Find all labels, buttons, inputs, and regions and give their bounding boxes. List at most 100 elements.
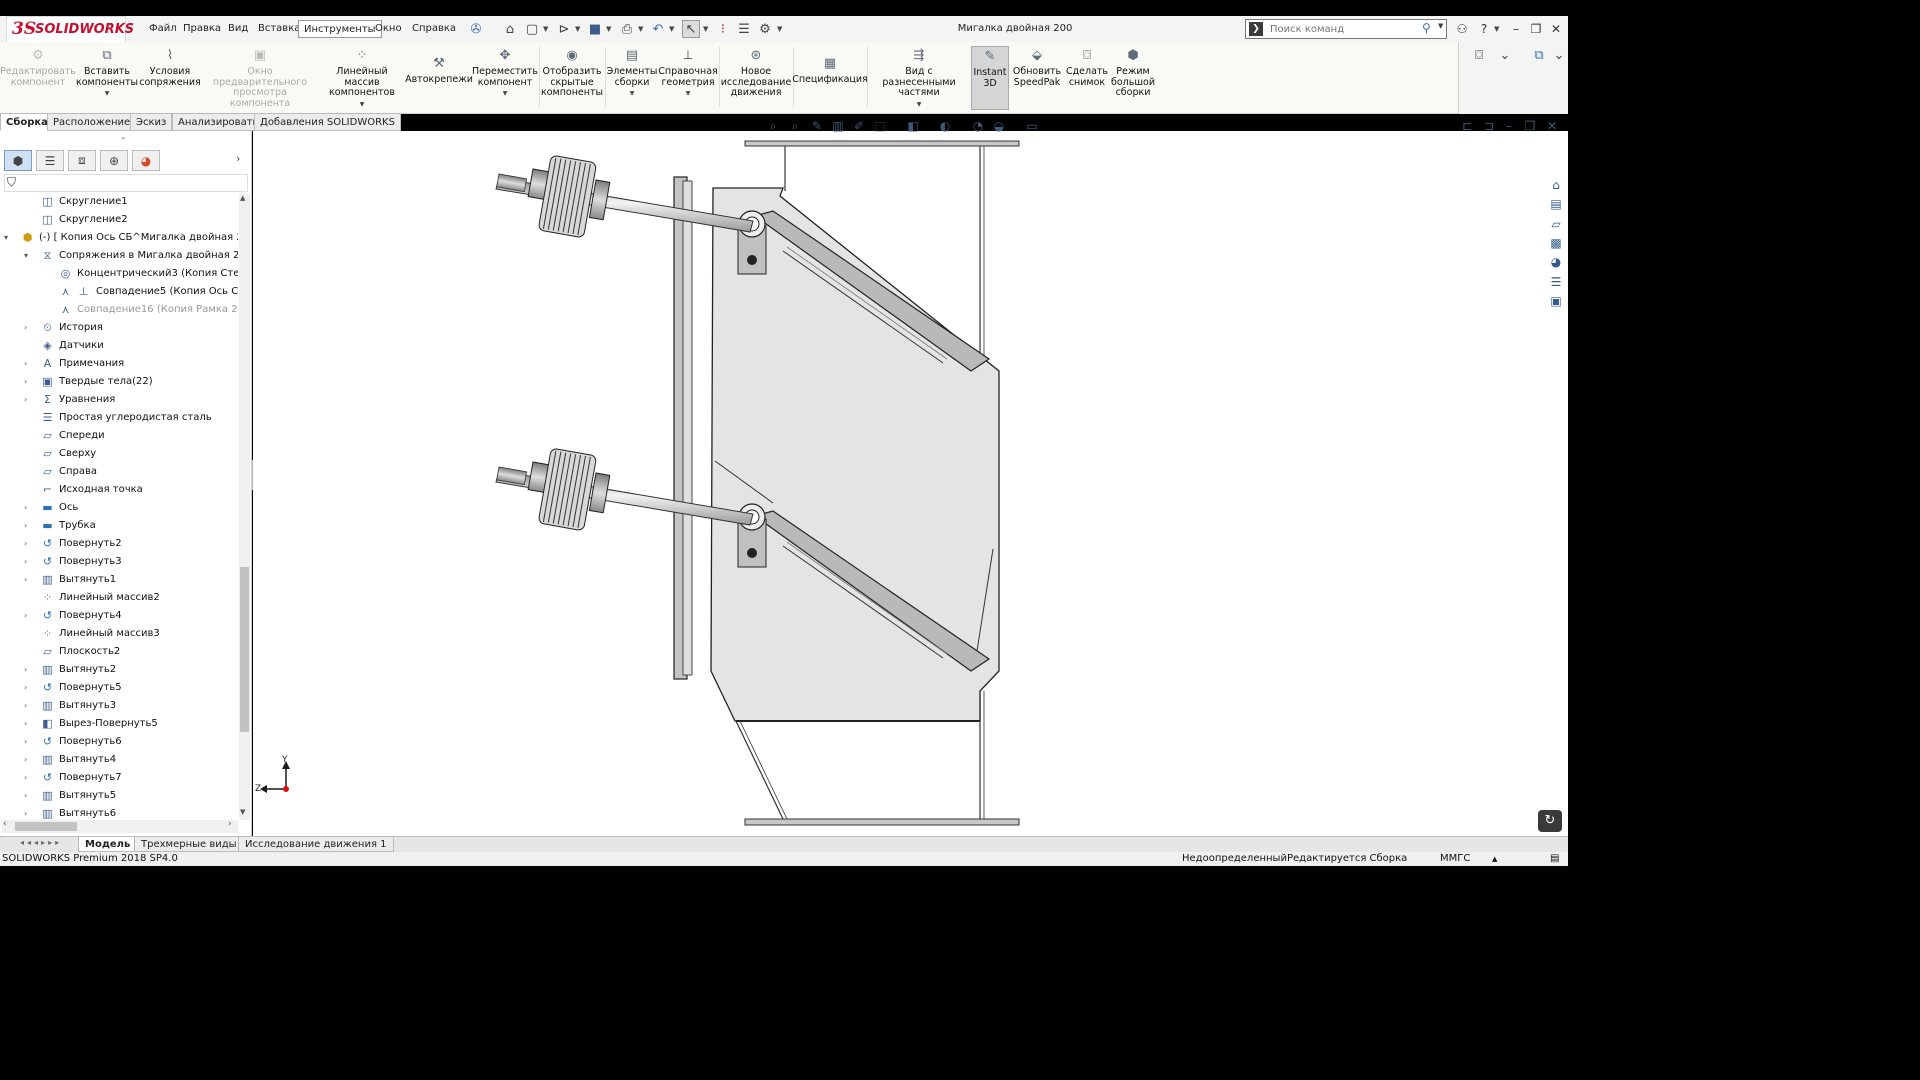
scroll-right-icon[interactable]: › xyxy=(228,819,232,829)
tab-addins[interactable]: Добавления SOLIDWORKS xyxy=(254,113,401,131)
take-snapshot-button[interactable]: ⌼ Сделать снимок xyxy=(1064,48,1110,88)
tree-item[interactable]: › A Примечания xyxy=(0,355,238,373)
search-dropdown-icon[interactable]: ▼ xyxy=(1438,22,1443,30)
linear-pattern-button[interactable]: ⁘ Линейный массив компонентов ▼ xyxy=(320,48,404,110)
expand-right-icon[interactable]: › xyxy=(24,319,34,337)
scroll-left-icon[interactable]: ‹ xyxy=(3,819,7,829)
tab-nav-arrows-icon[interactable]: ◂◂◂▸▸▸ xyxy=(20,838,62,847)
update-speedpak-button[interactable]: ⬙ Обновить SpeedPak xyxy=(1012,48,1062,88)
traffic-light-icon[interactable]: ⁝ xyxy=(714,20,732,38)
tab-assembly[interactable]: Сборка xyxy=(0,113,54,131)
print-dropdown-icon[interactable]: ▼ xyxy=(638,20,646,38)
tab-motion-study[interactable]: Исследование движения 1 xyxy=(238,836,394,852)
new-motion-study-button[interactable]: ⊛ Новое исследование движения xyxy=(721,48,792,99)
tree-item[interactable]: ⋏ Совпадение16 (Копия Рамка 200x20 xyxy=(0,301,238,319)
bom-button[interactable]: ▦ Спецификация xyxy=(792,56,868,86)
tree-item[interactable]: › ↺ Повернуть4 xyxy=(0,607,238,625)
print-icon[interactable]: ⎙ xyxy=(618,20,636,38)
tree-item[interactable]: ▾ ⧖ Сопряжения в Мигалка двойная 200 xyxy=(0,247,238,265)
options-gear-icon[interactable]: ⚙ xyxy=(756,20,774,38)
status-message-icon[interactable]: ▤ xyxy=(1550,852,1559,866)
tree-item[interactable]: › ↺ Повернуть3 xyxy=(0,553,238,571)
tree-item[interactable]: › ▥ Вытянуть2 xyxy=(0,661,238,679)
new-dropdown-icon[interactable]: ▼ xyxy=(543,20,551,38)
expand-down-icon[interactable]: ▾ xyxy=(4,229,14,247)
tree-item[interactable]: ▱ Спереди xyxy=(0,427,238,445)
exploded-view-button[interactable]: ⇶ Вид с разнесенными частями ▼ xyxy=(869,48,969,110)
expand-right-icon[interactable]: › xyxy=(24,751,34,769)
command-search[interactable]: ❯ ⚲ ▼ xyxy=(1245,19,1447,39)
assembly-features-dropdown-icon[interactable]: ▼ xyxy=(630,89,635,100)
large-assembly-mode-button[interactable]: ⬢ Режим большой сборки xyxy=(1110,48,1156,99)
tree-item[interactable]: › ↺ Повернуть5 xyxy=(0,679,238,697)
pin-icon[interactable]: ✇ xyxy=(467,20,485,38)
tree-item[interactable]: ▱ Справа xyxy=(0,463,238,481)
help-dropdown-icon[interactable]: ▼ xyxy=(1494,20,1502,38)
tree-item[interactable]: ◫ Скругление1 xyxy=(0,193,238,211)
expand-ribbon-icon[interactable]: ⌄ xyxy=(1496,46,1514,64)
expand-right-icon[interactable]: › xyxy=(24,787,34,805)
tab-3d-views[interactable]: Трехмерные виды xyxy=(134,836,244,852)
expand-right-icon[interactable]: › xyxy=(24,517,34,535)
edit-component-button[interactable]: ⚙ Редактировать компонент xyxy=(0,48,76,88)
help-icon[interactable]: ? xyxy=(1474,20,1494,38)
tree-item[interactable]: ▱ Сверху xyxy=(0,445,238,463)
open-icon[interactable]: ⊳ xyxy=(555,20,573,38)
undo-icon[interactable]: ↶ xyxy=(649,20,667,38)
units-dropdown-icon[interactable]: ▲ xyxy=(1492,852,1497,866)
select-cursor-icon[interactable]: ↖ xyxy=(682,20,700,38)
save-icon[interactable]: ■ xyxy=(586,20,604,38)
chevron-right-icon[interactable]: › xyxy=(236,152,240,165)
menu-edit[interactable]: Правка xyxy=(178,20,226,38)
tree-item[interactable]: ⁘ Линейный массив3 xyxy=(0,625,238,643)
assembly-model-svg[interactable] xyxy=(253,131,1563,836)
new-document-icon[interactable]: ▢ xyxy=(523,20,541,38)
tree-item[interactable]: ◫ Скругление2 xyxy=(0,211,238,229)
tree-item[interactable]: ☰ Простая углеродистая сталь xyxy=(0,409,238,427)
assembly-features-button[interactable]: ▤ Элементы сборки ▼ xyxy=(607,48,658,100)
insert-components-button[interactable]: ⧉ Вставить компоненты ▼ xyxy=(76,48,138,100)
tree-item[interactable]: › ↺ Повернуть2 xyxy=(0,535,238,553)
tree-item[interactable]: ⋏ ⊥ Совпадение5 (Копия Ось СБ^М xyxy=(0,283,238,301)
expand-right-icon[interactable]: › xyxy=(24,679,34,697)
ribbon-options-icon[interactable]: ⌄ xyxy=(1550,46,1568,64)
expand-down-icon[interactable]: ▾ xyxy=(24,247,34,265)
file-properties-icon[interactable]: ☰ xyxy=(735,20,753,38)
open-dropdown-icon[interactable]: ▼ xyxy=(575,20,583,38)
mates-button[interactable]: ⌇ Условия сопряжения xyxy=(139,48,201,88)
insert-components-dropdown-icon[interactable]: ▼ xyxy=(105,89,110,100)
user-icon[interactable]: ⚇ xyxy=(1452,20,1472,38)
close-icon[interactable]: ✕ xyxy=(1546,20,1566,38)
expand-right-icon[interactable]: › xyxy=(24,355,34,373)
reference-geometry-button[interactable]: ⟂ Справочная геометрия ▼ xyxy=(658,48,717,100)
tree-item[interactable]: › ▬ Трубка xyxy=(0,517,238,535)
tree-filter[interactable]: ⛉ xyxy=(4,174,248,192)
tree-item[interactable]: ◎ Концентрический3 (Копия Стенка г xyxy=(0,265,238,283)
tree-item[interactable]: ▾ ⬢ (-) [ Копия Ось СБ^Мигалка двойная 200… xyxy=(0,229,238,247)
expand-right-icon[interactable]: › xyxy=(24,391,34,409)
tree-item[interactable]: › ▥ Вытянуть5 xyxy=(0,787,238,805)
scroll-up-icon[interactable]: ▲ xyxy=(240,194,245,202)
dimxpert-tab[interactable]: ⊕ xyxy=(100,150,128,171)
tree-item[interactable]: ⁘ Линейный массив2 xyxy=(0,589,238,607)
tab-layout[interactable]: Расположение xyxy=(47,113,137,131)
linear-pattern-dropdown-icon[interactable]: ▼ xyxy=(360,100,365,111)
tab-sketch[interactable]: Эскиз xyxy=(130,113,173,131)
expand-right-icon[interactable]: › xyxy=(24,373,34,391)
move-component-dropdown-icon[interactable]: ▼ xyxy=(503,89,508,100)
exploded-view-dropdown-icon[interactable]: ▼ xyxy=(917,100,922,111)
camera-snapshot-icon[interactable]: ⌼ xyxy=(1470,46,1488,64)
menu-view[interactable]: Вид xyxy=(223,20,253,38)
display-pane-icon[interactable]: ⧉ xyxy=(1530,46,1548,64)
search-input[interactable] xyxy=(1268,21,1418,37)
expand-right-icon[interactable]: › xyxy=(24,535,34,553)
tree-item[interactable]: ⌐ Исходная точка xyxy=(0,481,238,499)
tree-item[interactable]: › ▥ Вытянуть4 xyxy=(0,751,238,769)
save-dropdown-icon[interactable]: ▼ xyxy=(606,20,614,38)
smart-fasteners-button[interactable]: ⚒ Автокрепежи xyxy=(405,56,473,86)
search-icon[interactable]: ⚲ xyxy=(1422,21,1431,35)
instant3d-button[interactable]: ✎ Instant 3D xyxy=(971,46,1009,110)
show-hidden-components-button[interactable]: ◉ Отобразить скрытые компоненты xyxy=(541,48,603,99)
tree-scroll-thumb[interactable] xyxy=(240,567,249,732)
panel-splitter-handle[interactable]: ⚬ xyxy=(120,134,127,143)
